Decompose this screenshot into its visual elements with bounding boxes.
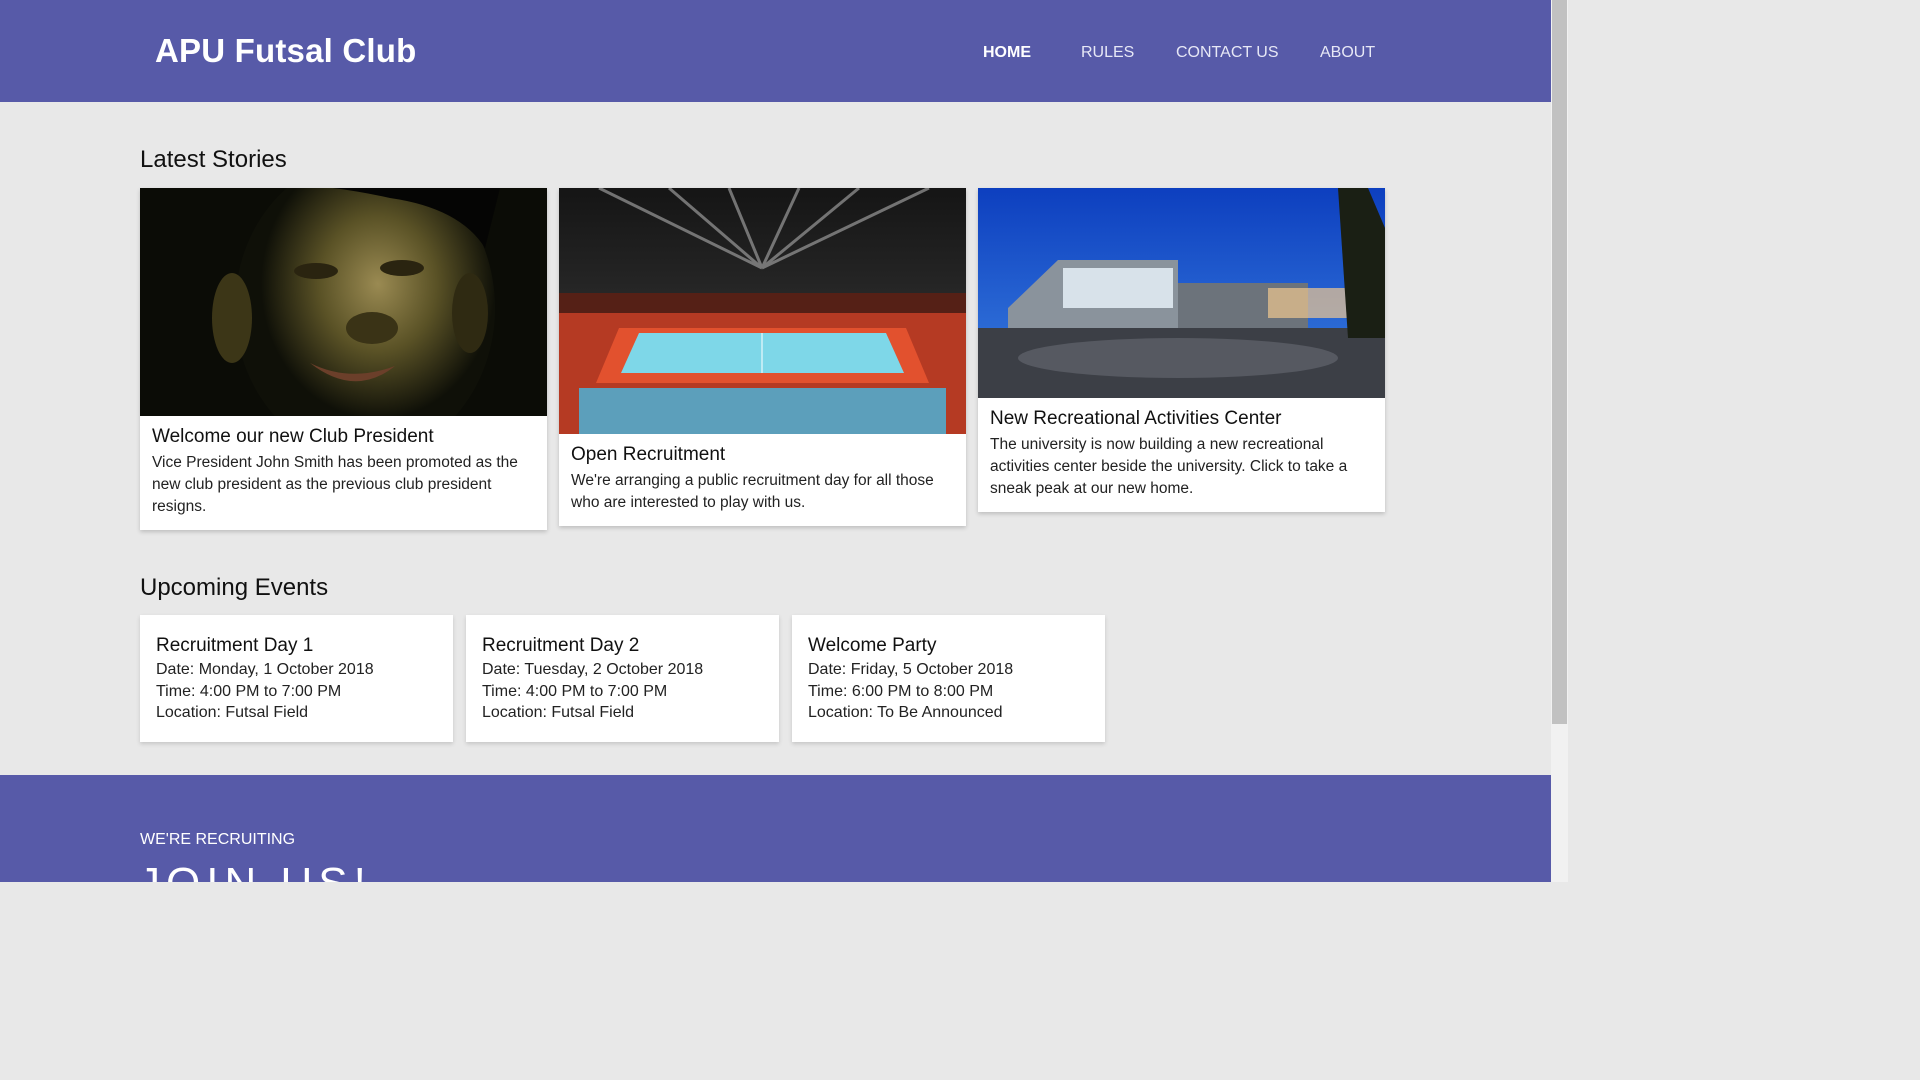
story-title[interactable]: Open Recruitment bbox=[571, 444, 954, 466]
story-image-arena[interactable] bbox=[559, 188, 966, 434]
site-header: APU Futsal Club HOME RULES CONTACT US AB… bbox=[0, 0, 1551, 102]
event-card[interactable]: Welcome Party Date: Friday, 5 October 20… bbox=[792, 615, 1105, 742]
event-title: Recruitment Day 1 bbox=[156, 635, 314, 656]
story-card[interactable]: New Recreational Activities Center The u… bbox=[978, 188, 1385, 512]
building-night-photo bbox=[978, 188, 1385, 398]
portrait-photo bbox=[140, 188, 547, 416]
latest-stories-heading: Latest Stories bbox=[140, 146, 287, 173]
story-title[interactable]: Welcome our new Club President bbox=[152, 426, 535, 448]
event-location: Location: Futsal Field bbox=[156, 704, 309, 721]
nav-home-link[interactable]: HOME bbox=[983, 44, 1031, 62]
futsal-arena-photo bbox=[559, 188, 966, 434]
scrollbar-thumb[interactable] bbox=[1552, 0, 1567, 724]
story-text: The university is now building a new rec… bbox=[990, 436, 1348, 497]
nav-contact-link[interactable]: CONTACT US bbox=[1176, 44, 1279, 62]
story-card[interactable]: Open Recruitment We're arranging a publi… bbox=[559, 188, 966, 526]
recruit-banner: WE'RE RECRUITING JOIN US! bbox=[0, 775, 1551, 882]
nav-about-link[interactable]: ABOUT bbox=[1320, 44, 1375, 62]
event-date: Date: Friday, 5 October 2018 bbox=[808, 661, 1014, 678]
page: APU Futsal Club HOME RULES CONTACT US AB… bbox=[0, 0, 1551, 882]
event-card[interactable]: Recruitment Day 1 Date: Monday, 1 Octobe… bbox=[140, 615, 453, 742]
event-date: Date: Tuesday, 2 October 2018 bbox=[482, 661, 704, 678]
story-image-portrait[interactable] bbox=[140, 188, 547, 416]
event-location: Location: Futsal Field bbox=[482, 704, 635, 721]
event-time: Time: 6:00 PM to 8:00 PM bbox=[808, 682, 994, 700]
event-card[interactable]: Recruitment Day 2 Date: Tuesday, 2 Octob… bbox=[466, 615, 779, 742]
story-card[interactable]: Welcome our new Club President Vice Pres… bbox=[140, 188, 547, 530]
story-text: We're arranging a public recruitment day… bbox=[571, 472, 934, 511]
join-us-headline[interactable]: JOIN US! bbox=[138, 859, 372, 882]
story-text: Vice President John Smith has been promo… bbox=[152, 454, 518, 515]
event-date: Date: Monday, 1 October 2018 bbox=[156, 661, 374, 678]
story-title[interactable]: New Recreational Activities Center bbox=[990, 408, 1373, 430]
event-location: Location: To Be Announced bbox=[808, 704, 1003, 721]
event-title: Welcome Party bbox=[808, 635, 937, 656]
recruit-kicker: WE'RE RECRUITING bbox=[140, 831, 296, 848]
event-title: Recruitment Day 2 bbox=[482, 635, 640, 656]
vertical-scrollbar[interactable] bbox=[1551, 0, 1568, 882]
event-time: Time: 4:00 PM to 7:00 PM bbox=[156, 682, 342, 700]
upcoming-events-heading: Upcoming Events bbox=[140, 574, 329, 601]
nav-rules-link[interactable]: RULES bbox=[1081, 44, 1134, 62]
story-image-building[interactable] bbox=[978, 188, 1385, 398]
event-time: Time: 4:00 PM to 7:00 PM bbox=[482, 682, 668, 700]
main-nav: HOME RULES CONTACT US ABOUT bbox=[0, 44, 1551, 68]
